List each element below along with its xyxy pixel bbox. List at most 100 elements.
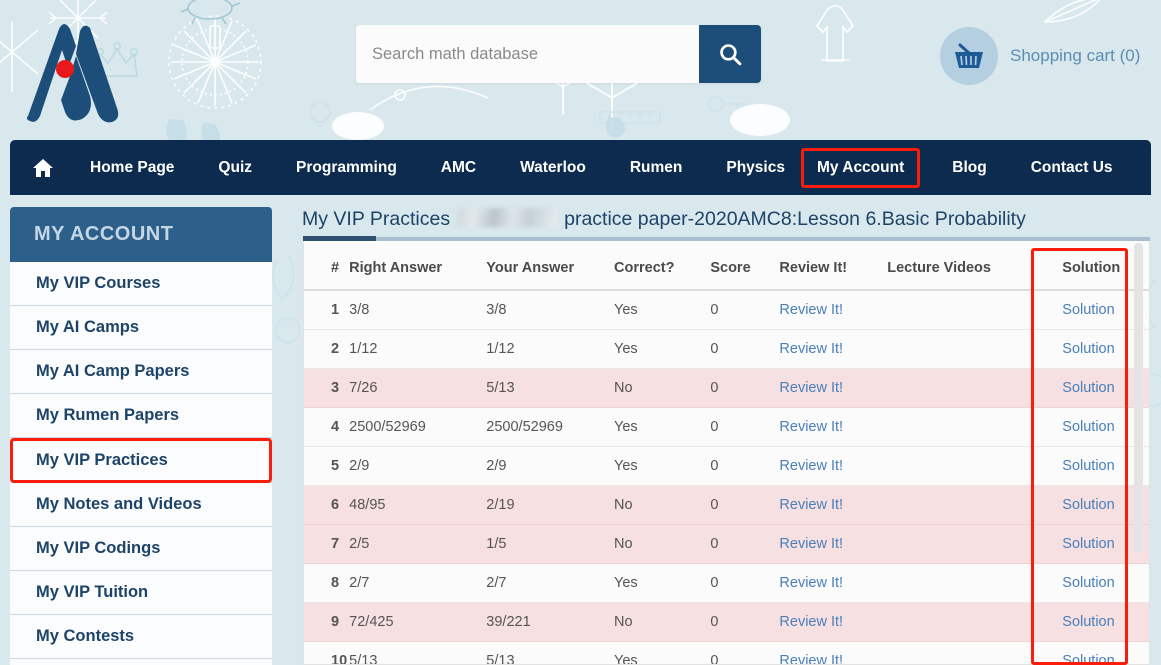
cell-solution[interactable]: Solution <box>1044 641 1149 664</box>
cell-review-it[interactable]: Review It! <box>779 368 888 408</box>
column-header-your-answer[interactable]: Your Answer <box>486 241 615 291</box>
nav-item-my-account[interactable]: My Account <box>800 147 921 188</box>
cell-review-it-link[interactable]: Review It! <box>779 497 843 513</box>
cell-review-it[interactable]: Review It! <box>779 329 888 369</box>
cell-your-answer: 39/221 <box>486 602 615 642</box>
nav-item-contact-us[interactable]: Contact Us <box>1017 151 1127 185</box>
table-row: 6 48/95 2/19 No 0 Review It! Solution <box>304 485 1149 525</box>
cell-review-it[interactable]: Review It! <box>779 290 888 330</box>
column-header-number[interactable]: # <box>304 241 350 291</box>
cell-review-it[interactable]: Review It! <box>779 407 888 447</box>
cell-review-it-link[interactable]: Review It! <box>779 341 843 357</box>
cell-solution-link[interactable]: Solution <box>1062 341 1114 357</box>
cell-solution-link[interactable]: Solution <box>1062 458 1114 474</box>
column-header-review-it[interactable]: Review It! <box>779 241 888 291</box>
sidebar-item-my-ai-camps[interactable]: My AI Camps <box>10 306 272 350</box>
table-header: # Right Answer Your Answer Correct? Scor… <box>304 241 1149 291</box>
nav-item-quiz[interactable]: Quiz <box>204 151 266 185</box>
shopping-cart-link[interactable]: Shopping cart (0) <box>940 27 1140 85</box>
search-button[interactable] <box>699 25 761 83</box>
site-header: Shopping cart (0) <box>0 0 1161 140</box>
cell-review-it-link[interactable]: Review It! <box>779 380 843 396</box>
sidebar-item-my-contests[interactable]: My Contests <box>10 615 272 659</box>
nav-item-home-icon[interactable] <box>10 158 76 178</box>
cell-your-answer: 2/19 <box>486 485 615 525</box>
cell-review-it[interactable]: Review It! <box>779 524 888 564</box>
cell-review-it-link[interactable]: Review It! <box>779 536 843 552</box>
cell-solution-link[interactable]: Solution <box>1062 575 1114 591</box>
cell-review-it-link[interactable]: Review It! <box>779 458 843 474</box>
cell-right-answer: 2500/52969 <box>349 407 487 447</box>
sidebar-title: MY ACCOUNT <box>10 207 272 262</box>
cell-solution-link[interactable]: Solution <box>1062 536 1114 552</box>
cell-solution[interactable]: Solution <box>1044 563 1149 603</box>
cell-review-it-link[interactable]: Review It! <box>779 575 843 591</box>
cell-number: 6 <box>304 485 350 525</box>
cell-number: 5 <box>304 446 350 486</box>
table-row: 8 2/7 2/7 Yes 0 Review It! Solution <box>304 563 1149 603</box>
cell-review-it[interactable]: Review It! <box>779 485 888 525</box>
cell-score: 0 <box>710 368 780 408</box>
cell-solution-link[interactable]: Solution <box>1062 653 1114 664</box>
sidebar-item-my-assessment-summary[interactable]: My Assessment Summary <box>10 659 272 665</box>
table-row: 4 2500/52969 2500/52969 Yes 0 Review It! Solut… <box>304 407 1149 447</box>
sidebar-item-my-rumen-papers[interactable]: My Rumen Papers <box>10 394 272 438</box>
cell-number: 8 <box>304 563 350 603</box>
cell-solution-link[interactable]: Solution <box>1062 497 1114 513</box>
nav-item-blog[interactable]: Blog <box>938 151 1000 185</box>
sidebar-item-my-notes-and-videos[interactable]: My Notes and Videos <box>10 483 272 527</box>
sidebar-item-my-vip-courses[interactable]: My VIP Courses <box>10 262 272 306</box>
cell-review-it[interactable]: Review It! <box>779 602 888 642</box>
nav-item-physics[interactable]: Physics <box>712 151 799 185</box>
nav-item-home-page[interactable]: Home Page <box>76 151 188 185</box>
column-header-right-answer[interactable]: Right Answer <box>349 241 487 291</box>
cell-lecture-videos <box>887 329 1045 369</box>
nav-item-programming[interactable]: Programming <box>282 151 411 185</box>
cell-review-it-link[interactable]: Review It! <box>779 419 843 435</box>
sidebar-item-my-vip-practices[interactable]: My VIP Practices <box>10 438 272 483</box>
cell-solution-link[interactable]: Solution <box>1062 614 1114 630</box>
cell-solution-link[interactable]: Solution <box>1062 419 1114 435</box>
cell-your-answer: 5/13 <box>486 641 615 664</box>
cell-review-it[interactable]: Review It! <box>779 641 888 664</box>
cell-lecture-videos <box>887 407 1045 447</box>
cell-solution-link[interactable]: Solution <box>1062 380 1114 396</box>
table-scrollbar[interactable] <box>1134 243 1143 553</box>
cell-review-it-link[interactable]: Review It! <box>779 302 843 318</box>
table-row: 2 1/12 1/12 Yes 0 Review It! Solution <box>304 329 1149 369</box>
column-header-lecture-videos[interactable]: Lecture Videos <box>887 241 1045 291</box>
cell-correct: Yes <box>614 407 711 447</box>
cell-score: 0 <box>710 602 780 642</box>
sidebar-item-my-vip-tuition[interactable]: My VIP Tuition <box>10 571 272 615</box>
nav-item-amc[interactable]: AMC <box>427 151 490 185</box>
cell-solution-link[interactable]: Solution <box>1062 302 1114 318</box>
search-bar[interactable] <box>356 25 761 83</box>
table-body: 1 3/8 3/8 Yes 0 Review It! Solution 2 1/12 1/12 Ye… <box>304 290 1149 664</box>
cell-number: 7 <box>304 524 350 564</box>
cell-number: 10 <box>304 641 350 664</box>
search-input[interactable] <box>356 25 699 83</box>
cell-solution[interactable]: Solution <box>1044 602 1149 642</box>
cell-review-it[interactable]: Review It! <box>779 563 888 603</box>
cell-your-answer: 2/9 <box>486 446 615 486</box>
cell-your-answer: 2/7 <box>486 563 615 603</box>
column-header-score[interactable]: Score <box>710 241 780 291</box>
cell-review-it[interactable]: Review It! <box>779 446 888 486</box>
cell-lecture-videos <box>887 524 1045 564</box>
cell-score: 0 <box>710 641 780 664</box>
cell-review-it-link[interactable]: Review It! <box>779 614 843 630</box>
cell-correct: Yes <box>614 563 711 603</box>
column-header-correct[interactable]: Correct? <box>614 241 711 291</box>
math-logo[interactable] <box>18 16 128 124</box>
nav-item-rumen[interactable]: Rumen <box>616 151 697 185</box>
sidebar-item-my-ai-camp-papers[interactable]: My AI Camp Papers <box>10 350 272 394</box>
cell-review-it-link[interactable]: Review It! <box>779 653 843 664</box>
cell-number: 3 <box>304 368 350 408</box>
practice-results-table: # Right Answer Your Answer Correct? Scor… <box>304 241 1149 664</box>
cell-your-answer: 3/8 <box>486 290 615 330</box>
sidebar-item-my-vip-codings[interactable]: My VIP Codings <box>10 527 272 571</box>
main-navigation: Home Page Quiz Programming AMC Waterloo … <box>10 140 1151 195</box>
redacted-student-name <box>457 208 558 227</box>
nav-item-waterloo[interactable]: Waterloo <box>506 151 600 185</box>
shopping-basket-icon[interactable] <box>940 27 998 85</box>
